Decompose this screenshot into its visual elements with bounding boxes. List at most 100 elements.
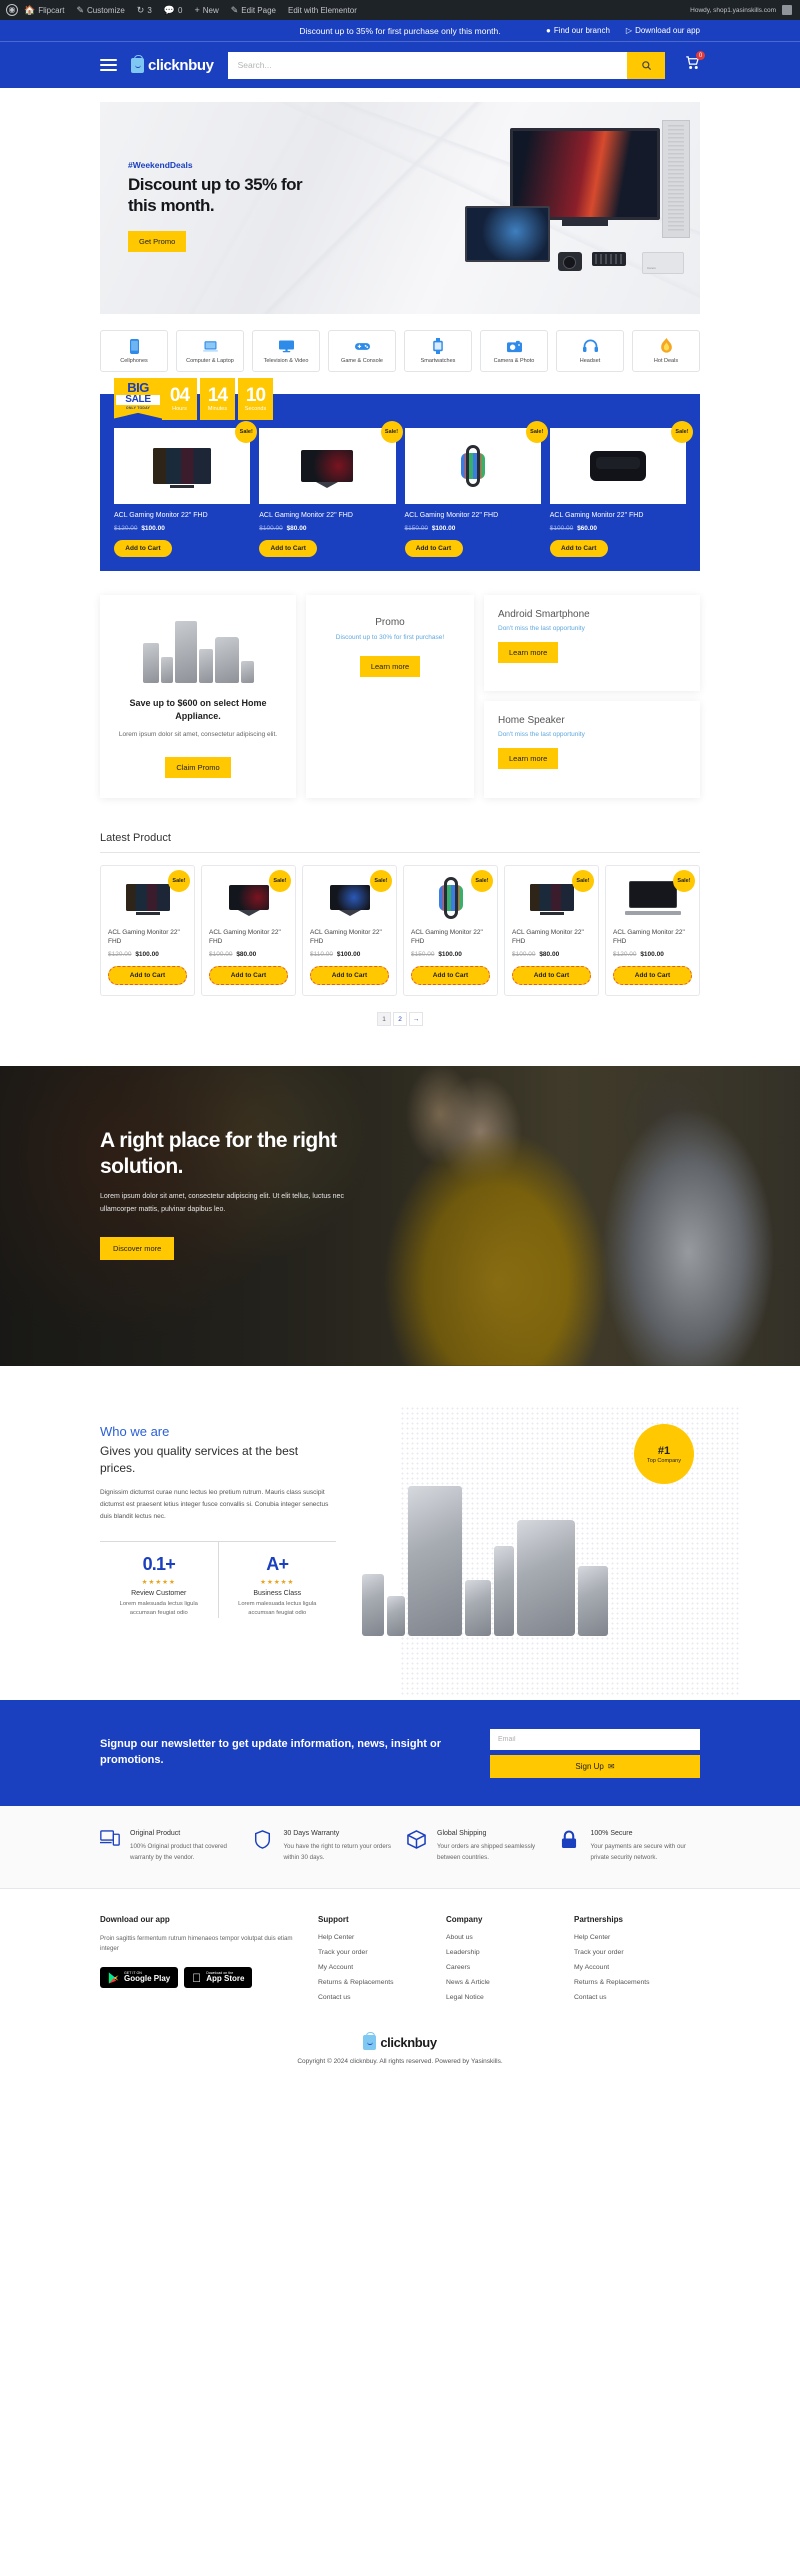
learn-more-button[interactable]: Learn more <box>498 748 559 770</box>
footer-link[interactable]: Leadership <box>446 1949 556 1956</box>
pagination-page-1[interactable]: 1 <box>377 1012 391 1027</box>
tv-icon <box>278 339 294 354</box>
home-icon: 🏠 <box>24 4 36 15</box>
find-branch-link[interactable]: ● Find our branch <box>546 26 610 35</box>
adminbar-item-edit-page[interactable]: ✎ Edit Page <box>225 5 282 15</box>
footer-link[interactable]: My Account <box>574 1964 684 1971</box>
category-computer-laptop[interactable]: Computer & Laptop <box>176 330 244 372</box>
footer-link[interactable]: Help Center <box>318 1934 428 1941</box>
footer-link[interactable]: My Account <box>318 1964 428 1971</box>
footer-link[interactable]: Track your order <box>318 1949 428 1956</box>
search-bar <box>227 51 665 79</box>
who-we-are-visual: #1 Top Company <box>352 1424 700 1644</box>
email-field[interactable] <box>490 1729 700 1751</box>
app-store-button[interactable]:  Download on the App Store <box>184 1966 253 1989</box>
adminbar-item-comments[interactable]: 💬 0 <box>158 5 189 15</box>
sale-product-card[interactable]: Sale! ACL Gaming Monitor 22" FHD $120.00… <box>114 421 258 558</box>
add-to-cart-button[interactable]: Add to Cart <box>209 966 288 986</box>
adminbar-item-new[interactable]: + New <box>188 5 224 15</box>
add-to-cart-button[interactable]: Add to Cart <box>549 540 608 558</box>
footer-bottom: clicknbuy Copyright © 2024 clicknbuy. Al… <box>100 2009 700 2083</box>
adminbar-item-customize[interactable]: ✎ Customize <box>70 5 130 15</box>
hamburger-icon[interactable] <box>100 58 117 72</box>
headset-icon <box>582 339 598 354</box>
footer-logo[interactable]: clicknbuy <box>100 2031 700 2050</box>
status-badge: Sale! <box>673 869 695 892</box>
new-price: $80.00 <box>286 525 307 533</box>
download-app-link[interactable]: ▷ Download our app <box>626 26 700 35</box>
category-hot-deals[interactable]: Hot Deals <box>632 330 700 372</box>
product-card[interactable]: Sale! ACL Gaming Monitor 22" FHD $120.00… <box>605 864 700 997</box>
footer-columns: Download our app Proin sagittis fermentu… <box>100 1915 700 2009</box>
add-to-cart-button[interactable]: Add to Cart <box>259 540 318 558</box>
footer-link[interactable]: Returns & Replacements <box>318 1979 428 1986</box>
who-title: Gives you quality services at the best p… <box>100 1444 299 1476</box>
new-price: $100.00 <box>438 951 462 959</box>
pagination-page-2[interactable]: 2 <box>393 1012 407 1027</box>
sale-product-image: Sale! <box>114 421 258 504</box>
footer-link[interactable]: Contact us <box>318 1994 428 2001</box>
sign-up-button[interactable]: Sign Up ✉ <box>490 1755 700 1779</box>
footer-link[interactable]: Help Center <box>574 1934 684 1941</box>
add-to-cart-button[interactable]: Add to Cart <box>404 540 463 558</box>
add-to-cart-button[interactable]: Add to Cart <box>114 540 172 558</box>
countdown-hours-label: Hours <box>172 406 187 412</box>
search-input[interactable] <box>227 51 627 79</box>
laptop-icon <box>202 339 218 354</box>
add-to-cart-button[interactable]: Add to Cart <box>310 966 389 986</box>
category-camera-photo[interactable]: Camera & Photo <box>480 330 548 372</box>
adminbar-label: Customize <box>87 5 125 15</box>
solution-title: A right place for the right solution. <box>100 1129 337 1178</box>
get-promo-button[interactable]: Get Promo <box>128 230 187 252</box>
product-name: ACL Gaming Monitor 22" FHD <box>404 512 499 519</box>
footer-link[interactable]: Track your order <box>574 1949 684 1956</box>
add-to-cart-button[interactable]: Add to Cart <box>613 966 692 986</box>
adminbar-item-updates[interactable]: ↻ 3 <box>131 5 158 15</box>
category-cellphones[interactable]: Cellphones <box>100 330 168 372</box>
claim-promo-button[interactable]: Claim Promo <box>165 756 231 778</box>
footer-link[interactable]: Careers <box>446 1964 556 1971</box>
sale-product-card[interactable]: Sale! ACL Gaming Monitor 22" FHD $100.00… <box>259 421 403 558</box>
add-to-cart-button[interactable]: Add to Cart <box>411 966 490 986</box>
product-card[interactable]: Sale! ACL Gaming Monitor 22" FHD $110.00… <box>302 864 397 997</box>
learn-more-button[interactable]: Learn more <box>498 642 559 664</box>
avatar <box>782 5 792 15</box>
product-name: ACL Gaming Monitor 22" FHD <box>411 928 483 946</box>
footer-link[interactable]: Legal Notice <box>446 1994 556 2001</box>
adminbar-item-site[interactable]: 🏠 Flipcart <box>18 4 70 15</box>
sale-product-image: Sale! <box>259 421 403 504</box>
product-card[interactable]: Sale! ACL Gaming Monitor 22" FHD $100.00… <box>201 864 296 997</box>
footer-link[interactable]: About us <box>446 1934 556 1941</box>
product-card[interactable]: Sale! ACL Gaming Monitor 22" FHD $100.00… <box>504 864 599 997</box>
product-card[interactable]: Sale! ACL Gaming Monitor 22" FHD $120.00… <box>100 864 195 997</box>
category-game-console[interactable]: Game & Console <box>328 330 396 372</box>
category-television-video[interactable]: Television & Video <box>252 330 320 372</box>
star-rating-icon: ★★★★★ <box>141 1578 176 1586</box>
camera-image <box>558 252 582 271</box>
stat-label: Business Class <box>253 1589 302 1597</box>
cart-button[interactable]: 0 <box>685 51 705 75</box>
wordpress-icon[interactable]: ◉ <box>6 4 18 16</box>
adminbar-account[interactable]: Howdy, shop1.yasinskills.com <box>690 5 794 15</box>
footer-link[interactable]: Returns & Replacements <box>574 1979 684 1986</box>
footer-link[interactable]: News & Article <box>446 1979 556 1986</box>
category-headset[interactable]: Headset <box>556 330 624 372</box>
new-price: $100.00 <box>135 951 159 959</box>
learn-more-button[interactable]: Learn more <box>359 655 421 677</box>
adminbar-item-elementor[interactable]: Edit with Elementor <box>282 6 363 15</box>
footer-link[interactable]: Contact us <box>574 1994 684 2001</box>
add-to-cart-button[interactable]: Add to Cart <box>512 966 591 986</box>
sale-product-card[interactable]: Sale! ACL Gaming Monitor 22" FHD $150.00… <box>404 421 548 558</box>
site-logo[interactable]: clicknbuy <box>131 54 214 74</box>
laptop-image <box>465 206 550 262</box>
google-play-button[interactable]: GET IT ON Google Play <box>100 1966 179 1989</box>
big-sale-section: BIG SALE ONLY TODAY 04 Hours 14 Minutes … <box>100 378 700 572</box>
discover-more-button[interactable]: Discover more <box>100 1237 175 1261</box>
product-card[interactable]: Sale! ACL Gaming Monitor 22" FHD $150.00… <box>403 864 498 997</box>
pagination-next[interactable]: → <box>409 1012 423 1027</box>
product-price: $150.00 $100.00 <box>405 525 541 532</box>
category-smartwatches[interactable]: Smartwatches <box>404 330 472 372</box>
add-to-cart-button[interactable]: Add to Cart <box>108 966 187 986</box>
search-button[interactable] <box>627 51 665 79</box>
sale-product-card[interactable]: Sale! ACL Gaming Monitor 22" FHD $100.00… <box>549 421 693 558</box>
